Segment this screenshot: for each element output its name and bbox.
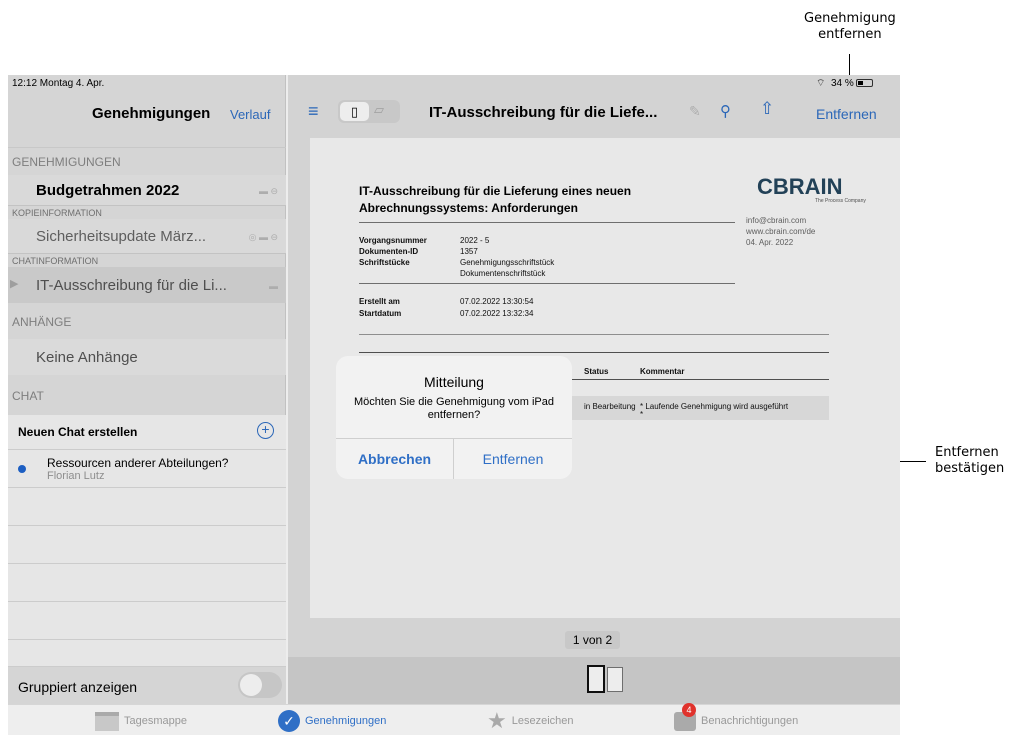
tab-label: Tagesmappe — [124, 715, 187, 727]
tab-tagesmappe[interactable]: Tagesmappe — [95, 711, 187, 731]
tab-label: Lesezeichen — [511, 715, 574, 727]
confirm-remove-button[interactable]: Entfernen — [454, 438, 572, 479]
star-icon: ★ — [487, 708, 507, 733]
ipad-screen: 12:12 Montag 4. Apr. Genehmigungen Verla… — [8, 75, 900, 735]
chat-bubble-icon: 4 — [674, 702, 696, 731]
tab-genehmigungen[interactable]: ✓ Genehmigungen — [278, 710, 387, 732]
alert-dialog: Mitteilung Möchten Sie die Genehmigung v… — [336, 356, 572, 479]
tab-label: Benachrichtigungen — [701, 715, 799, 727]
tab-bar: Tagesmappe ✓ Genehmigungen ★ Lesezeichen… — [8, 702, 900, 735]
cancel-button[interactable]: Abbrechen — [336, 438, 454, 479]
tab-benachrichtigungen[interactable]: 4 Benachrichtigungen — [674, 702, 799, 731]
callout-confirm-remove: Entfernen bestätigen — [935, 445, 1005, 476]
check-badge-icon: ✓ — [278, 710, 300, 732]
calendar-icon — [95, 711, 119, 731]
callout-remove-approval: Genehmigung entfernen — [804, 11, 896, 42]
notification-badge: 4 — [682, 702, 696, 717]
tab-lesezeichen[interactable]: ★ Lesezeichen — [487, 708, 574, 733]
tab-label: Genehmigungen — [305, 715, 387, 727]
dialog-title: Mitteilung — [424, 374, 484, 390]
dialog-message: Möchten Sie die Genehmigung vom iPad ent… — [354, 396, 554, 421]
